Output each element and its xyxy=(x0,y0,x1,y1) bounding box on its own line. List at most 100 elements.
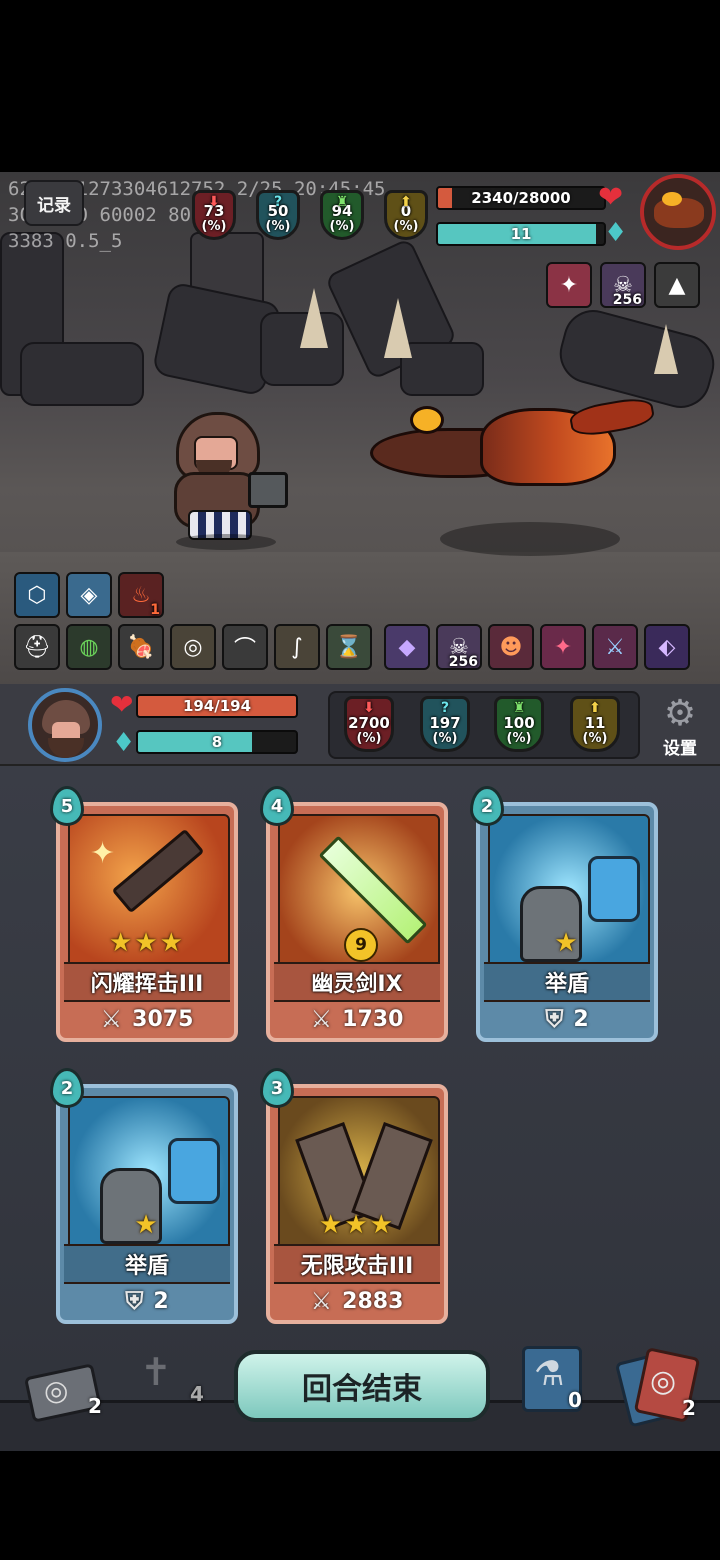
sword-slash-icon: ⚔ xyxy=(310,1287,333,1315)
tombstone-icon: ✝ xyxy=(140,1350,172,1394)
player-stat-defense-value: 100 xyxy=(503,714,535,732)
card-damage: 3075 xyxy=(132,1006,194,1032)
relic-glyph: ✦ xyxy=(553,634,573,660)
bone-spike xyxy=(384,298,412,358)
potion-count: 0 xyxy=(568,1388,582,1412)
enemy-stat-attack: ⬇ 73 (%) xyxy=(192,190,236,240)
card-value-row: ⚔ 1730 xyxy=(270,1002,444,1036)
claw-icon[interactable]: ∫ xyxy=(274,624,320,670)
player-stat-defense: ♜ 100 (%) xyxy=(494,696,544,752)
buff-count: 256 xyxy=(612,292,642,308)
enemy-hp-text: 2340/28000 xyxy=(471,189,571,207)
shield-crystal-icon[interactable]: ⬡ xyxy=(14,572,60,618)
enemy-stat-crit: ⬆ 0 (%) xyxy=(384,190,428,240)
card-cost: 2 xyxy=(50,1068,84,1108)
voodoo-doll-icon[interactable]: ☠ 256 xyxy=(436,624,482,670)
enemy-hp-bar: 2340/28000 xyxy=(436,186,606,210)
sword-shield-icon[interactable]: ⚔ xyxy=(592,624,638,670)
end-turn-button[interactable]: 回合结束 xyxy=(234,1350,490,1422)
water-drop-glyph: ◈ xyxy=(80,582,98,608)
up-arrow-icon: ⬆ xyxy=(400,194,412,210)
bone-spike xyxy=(654,324,678,374)
voodoo-doll-icon[interactable]: ☠ 256 xyxy=(600,262,646,308)
question-icon: ? xyxy=(273,194,283,210)
relic-glyph: ⌛ xyxy=(335,634,363,660)
card-value-row: ⚔ 3075 xyxy=(60,1002,234,1036)
demon-mask-icon[interactable]: ☻ xyxy=(488,624,534,670)
draw-pile-button[interactable]: ◎ 2 xyxy=(23,1363,103,1423)
player-stat-attack-value: 2700 xyxy=(348,714,390,732)
hero-shadow xyxy=(176,534,276,550)
purple-gem-icon[interactable]: ◆ xyxy=(384,624,430,670)
player-stat-dodge: ? 197 (%) xyxy=(420,696,470,752)
armor-break-icon[interactable]: ✦ xyxy=(546,262,592,308)
tower-icon: ♜ xyxy=(335,194,349,210)
player-energy-bar: 8 xyxy=(136,730,298,754)
potion-button[interactable]: ⚗ 0 xyxy=(520,1344,586,1414)
graveyard-button[interactable]: ✝ 4 xyxy=(130,1350,210,1414)
shield-icon: ⛨ xyxy=(125,1287,144,1315)
percent-unit: (%) xyxy=(356,731,382,746)
relic-glyph: ⬖ xyxy=(658,634,676,660)
relic-glyph: ∫ xyxy=(291,634,303,660)
player-hp-text: 194/194 xyxy=(182,697,252,715)
top-letterbox xyxy=(0,0,720,172)
record-button[interactable]: 记录 xyxy=(24,180,84,226)
energy-flame-icon: ♦ xyxy=(604,218,628,248)
card-ghost-sword[interactable]: 9 幽灵剑IX ⚔ 1730 4 xyxy=(260,786,448,1042)
relic-glyph: ⚔ xyxy=(605,634,625,660)
rock xyxy=(20,342,144,406)
card-name: 举盾 xyxy=(484,962,650,1002)
relic-glyph: ◎ xyxy=(183,634,203,660)
card-infinite-attack[interactable]: ★★★ 无限攻击III ⚔ 2883 3 xyxy=(260,1068,448,1324)
enemy-portrait[interactable] xyxy=(640,174,716,250)
question-icon: ? xyxy=(440,700,450,716)
shield-crystal-glyph: ⬡ xyxy=(27,582,47,608)
spike-icon[interactable]: ▲ xyxy=(654,262,700,308)
meat-icon[interactable]: 🍖 xyxy=(118,624,164,670)
trap-icon[interactable]: ⌒ xyxy=(222,624,268,670)
enemy-lava-dragon[interactable] xyxy=(370,394,656,488)
armor-break-glyph: ✦ xyxy=(559,272,579,298)
relic-count: 256 xyxy=(448,654,478,670)
card-name: 幽灵剑IX xyxy=(274,962,440,1002)
draw-pile-count: 2 xyxy=(88,1394,102,1418)
crystal-shard-icon[interactable]: ⬖ xyxy=(644,624,690,670)
enemy-energy-text: 11 xyxy=(510,225,532,243)
heart-icon: ❤ xyxy=(110,688,134,721)
card-name: 举盾 xyxy=(64,1244,230,1284)
player-stat-attack: ⬇ 2700 (%) xyxy=(344,696,394,752)
card-value-row: ⛨ 2 xyxy=(480,1002,654,1036)
energy-flame-icon: ♦ xyxy=(112,728,136,758)
settings-button[interactable]: ⚙ 设置 xyxy=(652,694,708,760)
water-drop-icon[interactable]: ◈ xyxy=(66,572,112,618)
card-raise-shield[interactable]: ★ 举盾 ⛨ 2 2 xyxy=(470,786,658,1042)
gladiator-helmet-icon[interactable]: ⛑ xyxy=(14,624,60,670)
sparkle-icon: ✦ xyxy=(90,836,116,871)
card-shining-swing[interactable]: ✦ ★★★ 闪耀挥击III ⚔ 3075 5 xyxy=(50,786,238,1042)
nest-icon[interactable]: ◎ xyxy=(170,624,216,670)
card-raise-shield[interactable]: ★ 举盾 ⛨ 2 2 xyxy=(50,1068,238,1324)
hero-caveman[interactable] xyxy=(168,402,288,552)
down-arrow-icon: ⬇ xyxy=(208,194,220,210)
enemy-shadow xyxy=(440,522,620,556)
enemy-stat-dodge: ? 50 (%) xyxy=(256,190,300,240)
relic-glyph: ◆ xyxy=(398,634,416,660)
spike-glyph: ▲ xyxy=(668,272,686,298)
sword-slash-icon: ⚔ xyxy=(100,1005,123,1033)
armor-break-icon[interactable]: ✦ xyxy=(540,624,586,670)
rock xyxy=(400,342,484,396)
card-level-badge: 9 xyxy=(344,928,378,962)
flame-icon[interactable]: ♨ 1 xyxy=(118,572,164,618)
player-portrait[interactable] xyxy=(28,688,102,762)
discard-pile-button[interactable]: ◎ 2 xyxy=(614,1347,702,1428)
player-stat-crit: ⬆ 11 (%) xyxy=(570,696,620,752)
percent-unit: (%) xyxy=(329,219,355,234)
green-orb-icon[interactable]: ◍ xyxy=(66,624,112,670)
card-value-row: ⚔ 2883 xyxy=(270,1284,444,1318)
hourglass-icon[interactable]: ⌛ xyxy=(326,624,372,670)
card-cost: 2 xyxy=(470,786,504,826)
card-stars: ★ xyxy=(554,928,580,958)
settings-label: 设置 xyxy=(663,739,697,759)
percent-unit: (%) xyxy=(393,219,419,234)
